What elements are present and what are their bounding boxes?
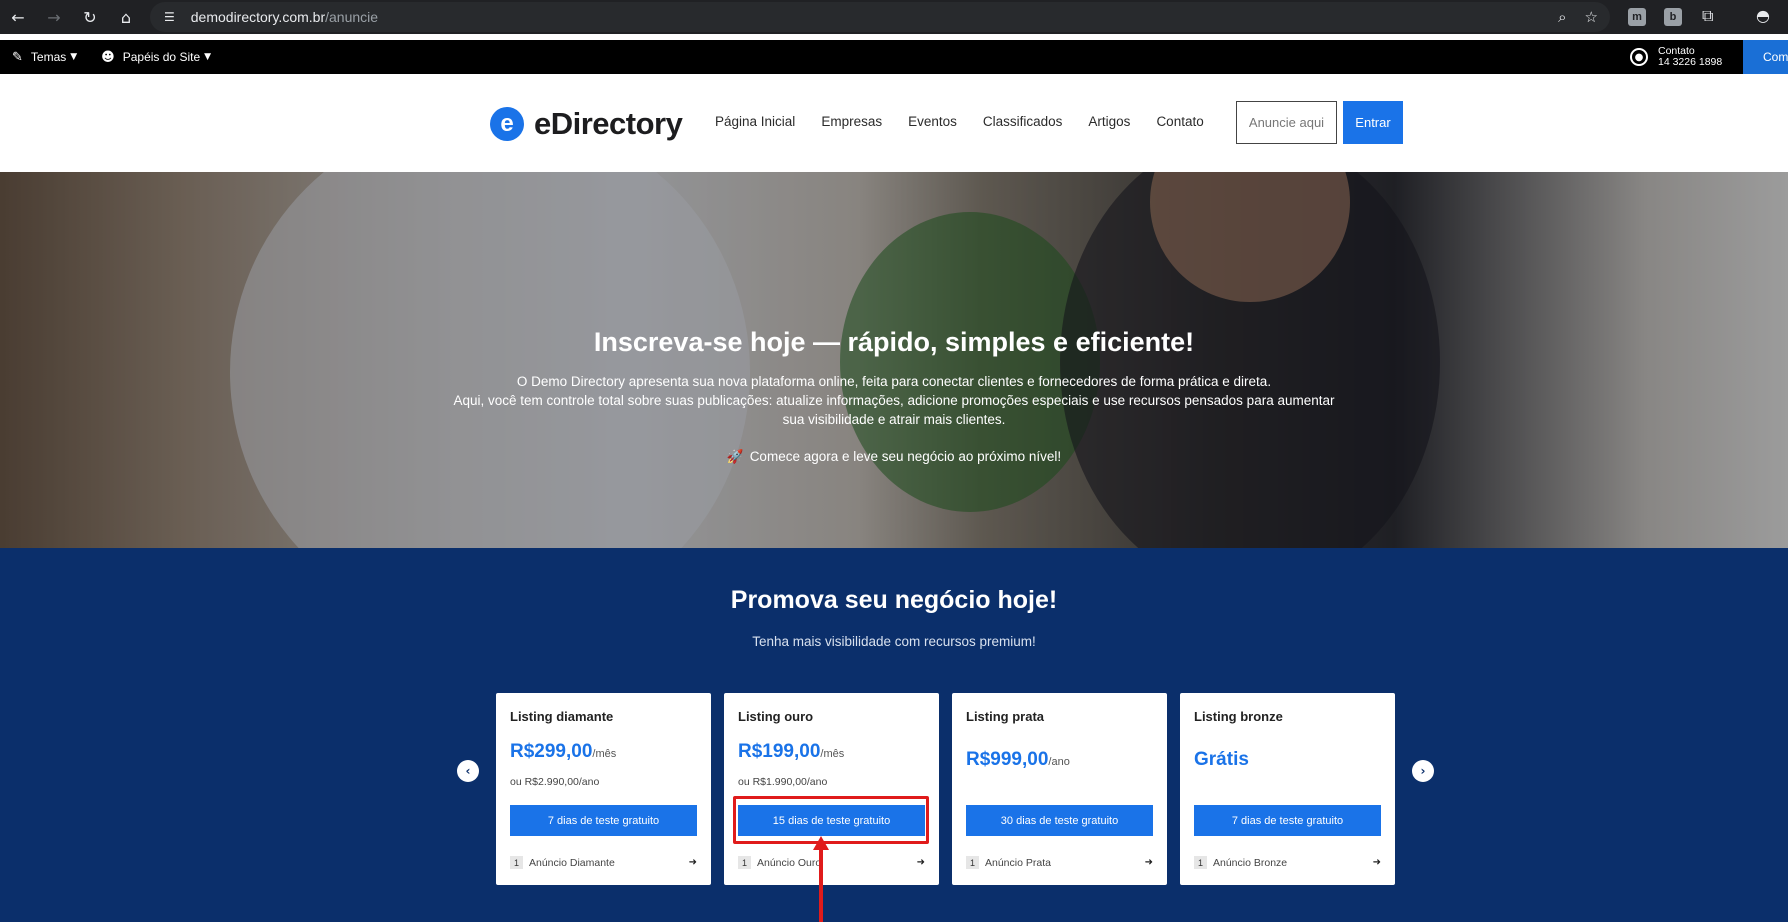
plan-card-gold: Listing ouro R$199,00/mês ou R$1.990,00/… — [724, 693, 939, 885]
login-button[interactable]: Entrar — [1343, 101, 1403, 144]
plan-price: R$199,00/mês — [738, 741, 845, 762]
hero-banner: Inscreva-se hoje — rápido, simples e efi… — [0, 172, 1788, 548]
hero-title: Inscreva-se hoje — rápido, simples e efi… — [593, 327, 1195, 357]
page: ← → ↻ ⌂ ☰ demodirectory.com.br/anuncie ⌕… — [0, 0, 1788, 922]
hero-cta-text: Comece agora e leve seu negócio ao próxi… — [749, 449, 1062, 464]
url-host: demodirectory.com.br — [190, 9, 326, 25]
hero-line-1: O Demo Directory apresenta sua nova plat… — [516, 374, 1272, 389]
hero-content: Inscreva-se hoje — rápido, simples e efi… — [0, 327, 1788, 465]
plan-card-silver: Listing prata R$999,00/ano 30 dias de te… — [952, 693, 1167, 885]
site-roles-menu[interactable]: ☻ Papéis do Site ▼ — [101, 50, 211, 65]
plan-name: Listing ouro — [738, 709, 814, 724]
address-bar[interactable]: ☰ demodirectory.com.br/anuncie ⌕ ☆ — [150, 2, 1610, 32]
site-roles-label: Papéis do Site — [122, 50, 201, 64]
carousel-prev-icon[interactable]: ‹ — [457, 760, 479, 782]
nav-events[interactable]: Eventos — [908, 114, 957, 129]
plan-footer[interactable]: 1 Anúncio Prata ➜ — [966, 856, 1153, 869]
url-path: /anuncie — [325, 9, 379, 25]
site-info-icon[interactable]: ☰ — [164, 10, 175, 24]
themes-label: Temas — [30, 50, 67, 64]
plan-alt-price: ou R$1.990,00/ano — [738, 776, 828, 788]
plan-label: Anúncio Bronze — [1213, 856, 1288, 869]
plan-price: R$299,00/mês — [510, 741, 617, 762]
trial-button[interactable]: 7 dias de teste gratuito — [1194, 805, 1381, 836]
extension-m-icon[interactable]: m — [1628, 8, 1646, 26]
nav-articles[interactable]: Artigos — [1088, 114, 1130, 129]
arrow-right-icon[interactable]: ➜ — [1145, 857, 1153, 868]
nav-classifieds[interactable]: Classificados — [983, 114, 1063, 129]
plan-footer[interactable]: 1 Anúncio Ouro ➜ — [738, 856, 925, 869]
reload-icon[interactable]: ↻ — [72, 8, 108, 27]
admin-bar: ✎ Temas ▼ ☻ Papéis do Site ▼ ● Contato 1… — [0, 40, 1788, 74]
arrow-right-icon[interactable]: ➜ — [917, 857, 925, 868]
site-header: e eDirectory Página Inicial Empresas Eve… — [0, 74, 1788, 172]
logo-text: eDirectory — [534, 106, 683, 141]
home-icon[interactable]: ⌂ — [108, 8, 144, 27]
hero-cta: 🚀 Comece agora e leve seu negócio ao próx… — [0, 449, 1788, 465]
plan-footer[interactable]: 1 Anúncio Diamante ➜ — [510, 856, 697, 869]
plan-name: Listing prata — [966, 709, 1045, 724]
plan-card-diamond: Listing diamante R$299,00/mês ou R$2.990… — [496, 693, 711, 885]
advertise-button[interactable]: Anuncie aqui — [1236, 101, 1337, 144]
arrow-right-icon[interactable]: ➜ — [1373, 857, 1381, 868]
trial-button[interactable]: 7 dias de teste gratuito — [510, 805, 697, 836]
nav-home[interactable]: Página Inicial — [715, 114, 795, 129]
logo-mark-icon: e — [490, 107, 524, 141]
plan-alt-price: ou R$2.990,00/ano — [510, 776, 600, 788]
plan-count: 1 — [738, 856, 751, 869]
comp-button[interactable]: Comp — [1743, 40, 1788, 74]
users-icon: ☻ — [101, 49, 115, 65]
plan-price: R$999,00/ano — [966, 749, 1070, 770]
plan-count: 1 — [510, 856, 523, 869]
pricing-title: Promova seu negócio hoje! — [730, 586, 1058, 614]
pricing-section: Promova seu negócio hoje! Tenha mais vis… — [0, 548, 1788, 922]
bookmark-star-icon[interactable]: ☆ — [1585, 8, 1598, 26]
browser-toolbar: ← → ↻ ⌂ ☰ demodirectory.com.br/anuncie ⌕… — [0, 0, 1788, 34]
plan-label: Anúncio Diamante — [529, 856, 615, 869]
nav-companies[interactable]: Empresas — [821, 114, 882, 129]
main-nav: Página Inicial Empresas Eventos Classifi… — [715, 114, 1230, 129]
annotation-highlight-box — [733, 796, 929, 844]
plan-card-bronze: Listing bronze Grátis 7 dias de teste gr… — [1180, 693, 1395, 885]
plan-label: Anúncio Prata — [985, 856, 1051, 869]
site-logo[interactable]: e eDirectory — [490, 106, 683, 142]
chevron-down-icon: ▼ — [204, 52, 212, 62]
user-avatar-icon: ● — [1630, 48, 1648, 66]
contact-info[interactable]: ● Contato 14 3226 1898 — [1630, 40, 1722, 74]
hero-line-3: sua visibilidade e atrair mais clientes. — [782, 412, 1006, 427]
annotation-arrow-icon — [813, 836, 829, 922]
back-icon[interactable]: ← — [0, 8, 36, 27]
trial-button[interactable]: 30 dias de teste gratuito — [966, 805, 1153, 836]
rocket-icon: 🚀 — [726, 449, 744, 465]
pricing-subtitle: Tenha mais visibilidade com recursos pre… — [752, 634, 1036, 649]
nav-contact[interactable]: Contato — [1156, 114, 1203, 129]
plan-price: Grátis — [1194, 749, 1249, 770]
themes-menu[interactable]: ✎ Temas ▼ — [12, 50, 77, 65]
plan-name: Listing bronze — [1194, 709, 1283, 724]
extensions-puzzle-icon[interactable]: ⧉ — [1702, 6, 1713, 26]
brush-icon: ✎ — [12, 49, 23, 65]
plan-label: Anúncio Ouro — [757, 856, 822, 869]
zoom-icon[interactable]: ⌕ — [1558, 8, 1566, 26]
incognito-icon[interactable]: ◓ — [1756, 6, 1770, 25]
contact-phone: 14 3226 1898 — [1658, 56, 1723, 68]
chevron-down-icon: ▼ — [70, 52, 78, 62]
carousel-next-icon[interactable]: › — [1412, 760, 1434, 782]
plan-count: 1 — [966, 856, 979, 869]
forward-icon[interactable]: → — [36, 8, 72, 27]
extension-b-icon[interactable]: b — [1664, 8, 1682, 26]
plan-name: Listing diamante — [510, 709, 614, 724]
arrow-right-icon[interactable]: ➜ — [689, 857, 697, 868]
plan-footer[interactable]: 1 Anúncio Bronze ➜ — [1194, 856, 1381, 869]
plan-count: 1 — [1194, 856, 1207, 869]
hero-line-2: Aqui, você tem controle total sobre suas… — [453, 393, 1335, 408]
